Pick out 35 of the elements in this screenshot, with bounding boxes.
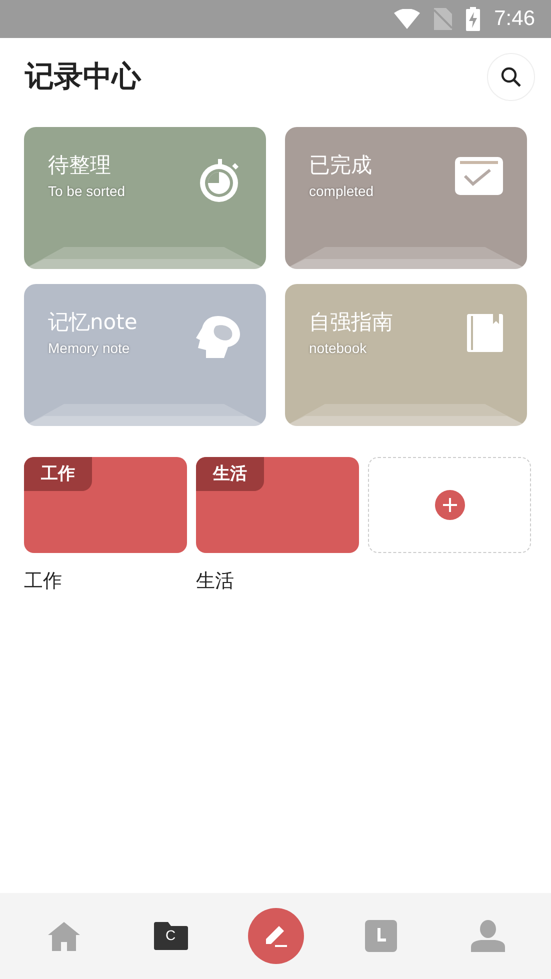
folder-card[interactable]: 工作 — [24, 457, 187, 553]
plus-icon — [434, 490, 464, 520]
category-card[interactable]: 自强指南 notebook — [285, 284, 527, 426]
search-icon — [501, 66, 521, 86]
category-card[interactable]: 记忆note Memory note — [24, 284, 266, 426]
head-icon — [194, 314, 242, 360]
search-button[interactable] — [487, 52, 535, 100]
home-icon — [46, 921, 80, 951]
folder-name: 工作 — [24, 569, 63, 594]
card-subtitle: Memory note — [48, 340, 131, 356]
card-title: 自强指南 — [309, 309, 393, 336]
person-icon — [470, 920, 504, 952]
no-sim-icon — [434, 8, 452, 30]
card-subtitle: notebook — [309, 340, 368, 356]
book-icon — [467, 314, 503, 352]
page-title: 记录中心 — [25, 58, 141, 94]
folder-tag: 生活 — [196, 457, 264, 491]
status-time: 7:46 — [494, 7, 535, 31]
add-folder-button[interactable] — [368, 457, 531, 553]
folder-tag: 工作 — [24, 457, 92, 491]
folder-tab[interactable]: C — [140, 906, 200, 966]
card-subtitle: completed — [309, 183, 374, 199]
wifi-icon — [394, 9, 420, 29]
card-title: 待整理 — [48, 152, 112, 179]
card-title: 记忆note — [48, 309, 138, 336]
card-title: 已完成 — [309, 152, 373, 179]
card-subtitle: To be sorted — [48, 183, 126, 199]
battery-charging-icon — [466, 7, 480, 31]
folder-name: 生活 — [196, 569, 235, 594]
category-card[interactable]: 已完成 completed — [285, 127, 527, 269]
folder-card[interactable]: 生活 — [196, 457, 359, 553]
category-card[interactable]: 待整理 To be sorted — [24, 127, 266, 269]
clock-icon — [364, 920, 396, 952]
calendar-check-icon — [455, 157, 503, 195]
folder-icon — [154, 922, 188, 950]
